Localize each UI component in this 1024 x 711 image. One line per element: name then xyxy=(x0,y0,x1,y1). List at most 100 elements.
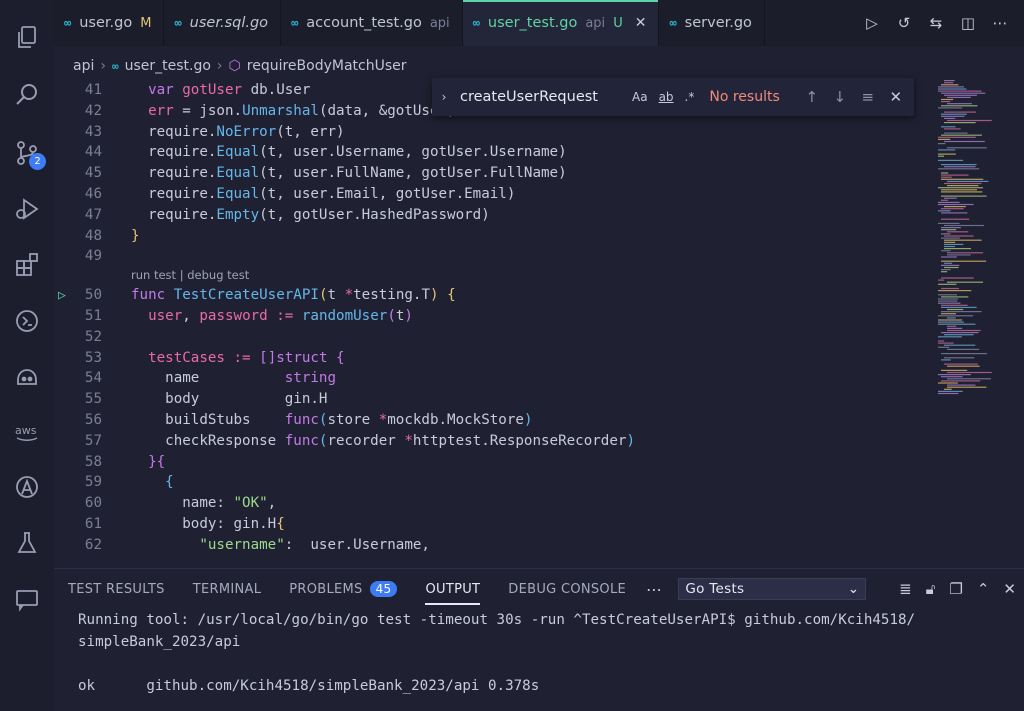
minimap-line xyxy=(941,113,967,115)
find-in-selection-icon[interactable]: ≡ xyxy=(854,88,882,106)
minimap-line xyxy=(947,308,964,311)
tab-test-results[interactable]: TEST RESULTS xyxy=(54,569,179,609)
whole-word-toggle[interactable]: ab xyxy=(659,90,674,104)
tab-user-sql-go[interactable]: ∞ user.sql.go xyxy=(164,0,282,46)
compare-icon[interactable]: ⇆ xyxy=(926,13,946,33)
code-line: 48} xyxy=(54,226,930,247)
minimap-line xyxy=(941,229,957,231)
output-log[interactable]: Running tool: /usr/local/go/bin/go test … xyxy=(78,609,1014,697)
code-text: require.NoError(t, err) xyxy=(131,123,345,140)
tab-problems-label: PROBLEMS xyxy=(289,581,363,597)
minimap-line xyxy=(938,88,967,90)
minimap-line xyxy=(941,105,978,107)
comments-icon[interactable] xyxy=(0,576,54,622)
codelens-run-debug[interactable]: run test | debug test xyxy=(131,268,249,282)
aws-icon[interactable]: aws xyxy=(0,408,54,454)
clear-output-icon[interactable]: ≣ xyxy=(899,580,912,598)
minimap-line xyxy=(941,115,965,117)
code-line: 46 require.Equal(t, user.Email, gotUser.… xyxy=(54,184,930,205)
line-number: 43 xyxy=(84,123,102,140)
close-icon[interactable]: ✕ xyxy=(635,15,647,31)
tab-output[interactable]: OUTPUT xyxy=(411,569,494,609)
run-debug-icon[interactable] xyxy=(0,186,54,232)
timeline-icon[interactable]: ↺ xyxy=(894,13,914,33)
close-panel-icon[interactable]: ✕ xyxy=(1003,580,1016,598)
tab-problems[interactable]: PROBLEMS 45 xyxy=(275,569,411,609)
minimap-line xyxy=(941,174,969,176)
tab-user_test-go[interactable]: ∞ user_test.go api U ✕ xyxy=(462,0,660,46)
line-number: 54 xyxy=(84,370,102,387)
code-editor[interactable]: 41 var gotUser db.User 42 err = json.Unma… xyxy=(54,78,930,568)
code-text: body gin.H xyxy=(131,391,328,408)
code-line: 51 user, password := randomUser(t) xyxy=(54,306,930,327)
minimap-line xyxy=(938,392,959,395)
source-control-icon[interactable]: 2 xyxy=(0,130,54,176)
minimap-line xyxy=(938,283,957,285)
toggle-replace-icon[interactable]: › xyxy=(434,90,454,104)
maximize-panel-icon[interactable]: ⌃ xyxy=(977,580,990,598)
tab-account_test-go[interactable]: ∞ account_test.go api xyxy=(281,0,463,46)
search-icon[interactable] xyxy=(0,72,54,118)
find-input[interactable]: createUserRequest xyxy=(460,89,632,105)
previous-match-icon[interactable]: ↑ xyxy=(798,88,826,106)
angular-icon[interactable] xyxy=(0,464,54,510)
line-number: 57 xyxy=(84,432,102,449)
match-case-toggle[interactable]: Aa xyxy=(632,90,648,104)
output-line: ok github.com/Kcih4518/simpleBank_2023/a… xyxy=(78,678,540,694)
tab-debug-console[interactable]: DEBUG CONSOLE xyxy=(494,569,640,609)
code-text: testCases := []struct { xyxy=(148,349,345,366)
minimap-line xyxy=(944,266,959,269)
go-file-icon: ∞ xyxy=(111,59,119,73)
minimap-line xyxy=(944,132,968,134)
minimap-line xyxy=(938,187,983,189)
tab-user-go[interactable]: ∞ user.go M xyxy=(54,0,165,46)
minimap-line xyxy=(938,201,960,203)
copilot-icon[interactable] xyxy=(0,354,54,400)
close-find-icon[interactable]: ✕ xyxy=(882,88,910,106)
line-number: 47 xyxy=(84,206,102,223)
remote-explorer-icon[interactable] xyxy=(0,298,54,344)
minimap-line xyxy=(941,380,981,382)
minimap-line xyxy=(947,281,984,283)
minimap-line xyxy=(938,159,964,161)
tab-label: account_test.go xyxy=(306,15,422,31)
output-channel-select[interactable]: Go Tests ⌄ xyxy=(678,578,867,600)
testing-icon[interactable] xyxy=(0,520,54,566)
line-number: 49 xyxy=(84,248,102,265)
minimap-line xyxy=(944,344,976,346)
breadcrumb-symbol[interactable]: requireBodyMatchUser xyxy=(247,58,407,74)
code-line: 55 body gin.H xyxy=(54,389,930,410)
explorer-icon[interactable] xyxy=(0,14,54,60)
breadcrumb-folder[interactable]: api xyxy=(73,58,94,74)
source-control-badge: 2 xyxy=(29,153,46,170)
extensions-icon[interactable] xyxy=(0,242,54,288)
minimap-line xyxy=(938,300,958,302)
minimap-line xyxy=(941,98,954,101)
tab-label: user_test.go xyxy=(487,15,578,31)
next-match-icon[interactable]: ↓ xyxy=(826,88,854,106)
breadcrumb-file[interactable]: user_test.go xyxy=(125,58,211,74)
output-channel-value: Go Tests xyxy=(685,581,745,597)
tab-label: user.sql.go xyxy=(189,15,269,31)
minimap-line xyxy=(944,243,964,245)
code-line: 62 "username": user.Username, xyxy=(54,535,930,556)
code-text: name: "OK", xyxy=(131,495,277,512)
minimap-line xyxy=(944,262,953,264)
lock-scroll-icon[interactable]: 🔓︎ xyxy=(926,580,936,598)
minimap-line xyxy=(944,248,972,250)
run-icon[interactable]: ▷ xyxy=(862,13,882,33)
open-output-editor-icon[interactable]: ❐ xyxy=(949,580,962,598)
tab-terminal[interactable]: TERMINAL xyxy=(179,569,276,609)
regex-toggle[interactable]: .* xyxy=(685,90,695,104)
find-widget: › createUserRequest Aa ab .* No results … xyxy=(432,78,914,116)
minimap[interactable] xyxy=(930,78,1024,568)
minimap-line xyxy=(941,92,986,94)
split-editor-icon[interactable]: ◫ xyxy=(958,13,978,33)
tab-server-go[interactable]: ∞ server.go xyxy=(659,0,765,46)
minimap-line xyxy=(941,353,987,355)
minimap-line xyxy=(938,321,964,323)
line-number: 55 xyxy=(84,391,102,408)
more-actions-icon[interactable]: ⋯ xyxy=(990,13,1010,33)
more-tabs-icon[interactable]: ⋯ xyxy=(640,580,668,599)
tab-status: M xyxy=(140,15,152,31)
